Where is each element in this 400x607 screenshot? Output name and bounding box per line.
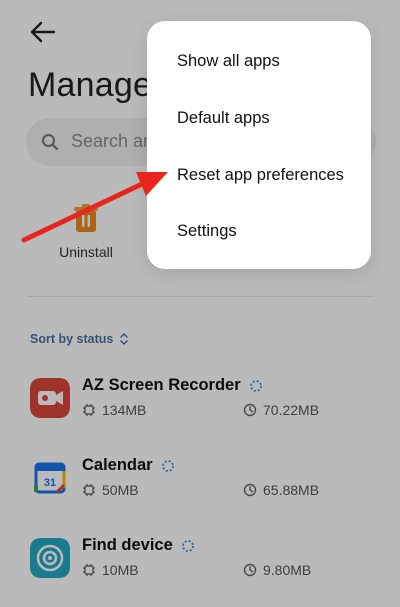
menu-item-default-apps[interactable]: Default apps bbox=[177, 109, 270, 128]
menu-item-reset-app-preferences[interactable]: Reset app preferences bbox=[177, 166, 344, 185]
overflow-menu: Show all apps Default apps Reset app pre… bbox=[147, 21, 371, 269]
menu-item-show-all-apps[interactable]: Show all apps bbox=[177, 52, 280, 71]
manage-apps-screen: Manage Search ar Uninstall Sort by statu… bbox=[0, 0, 400, 607]
menu-item-settings[interactable]: Settings bbox=[177, 222, 237, 241]
